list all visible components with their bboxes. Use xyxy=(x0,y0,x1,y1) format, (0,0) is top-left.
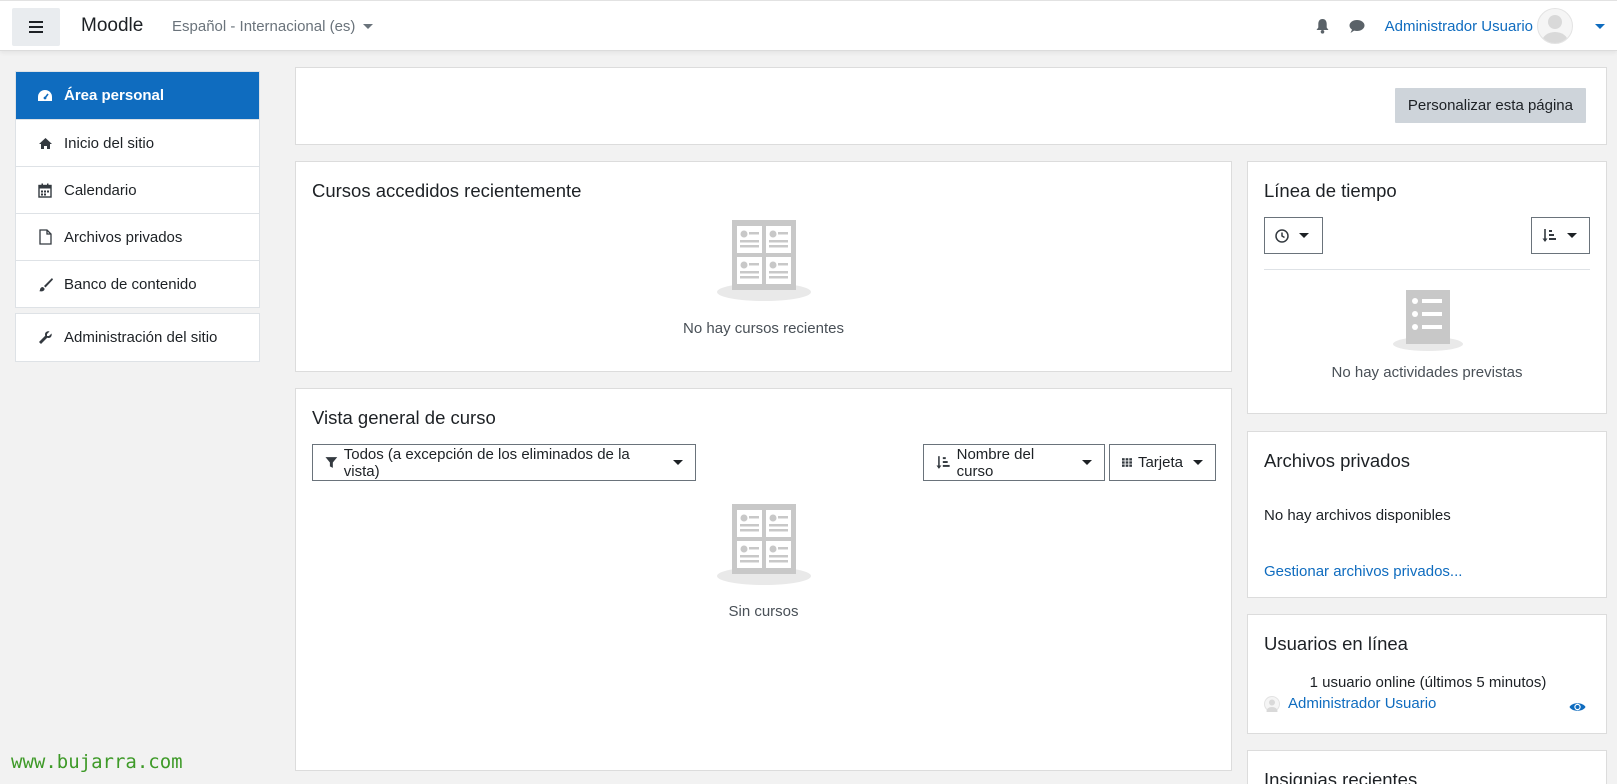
chevron-down-icon xyxy=(363,24,374,29)
sidebar-item-banco[interactable]: Banco de contenido xyxy=(16,260,259,307)
admin-nav-group: Administración del sitio xyxy=(15,313,260,362)
block-title: Línea de tiempo xyxy=(1264,180,1397,201)
divider xyxy=(1264,269,1590,270)
top-navbar: Moodle Español - Internacional (es) Admi… xyxy=(0,0,1617,51)
language-selector[interactable]: Español - Internacional (es) xyxy=(172,18,374,35)
avatar-icon xyxy=(1264,695,1280,712)
site-brand[interactable]: Moodle xyxy=(81,15,143,37)
sort-icon xyxy=(1542,228,1556,242)
sort-label: Nombre del curso xyxy=(956,445,1035,480)
online-summary: 1 usuario online (últimos 5 minutos) xyxy=(1309,674,1547,691)
block-title: Insignias recientes xyxy=(1264,769,1418,784)
empty-message: No hay actividades previstas xyxy=(1331,364,1523,381)
clock-icon xyxy=(1275,228,1289,243)
file-icon xyxy=(36,228,54,246)
view-dropdown[interactable]: Tarjeta xyxy=(1109,444,1216,481)
chevron-down-icon xyxy=(1567,233,1577,238)
manage-files-link[interactable]: Gestionar archivos privados... xyxy=(1264,563,1462,580)
menu-icon xyxy=(29,21,43,33)
main-nav-group: Área personal Inicio del sitio Calendari… xyxy=(15,71,260,308)
sidebar-item-label: Administración del sitio xyxy=(64,329,218,346)
activities-empty-icon xyxy=(1393,290,1463,351)
user-navigation: Administrador Usuario xyxy=(1311,8,1605,44)
online-user-row: Administrador Usuario xyxy=(1264,695,1436,712)
chevron-down-icon xyxy=(1082,460,1092,465)
chat-icon xyxy=(1349,19,1365,33)
chevron-down-icon xyxy=(1299,233,1309,238)
grid-icon xyxy=(1122,458,1132,467)
no-files-text: No hay archivos disponibles xyxy=(1264,507,1451,524)
user-name[interactable]: Administrador Usuario xyxy=(1385,18,1533,35)
sidebar-item-archivos[interactable]: Archivos privados xyxy=(16,213,259,260)
online-users-block: Usuarios en línea 1 usuario online (últi… xyxy=(1247,614,1607,734)
view-label: Tarjeta xyxy=(1137,454,1183,471)
timeline-sort-dropdown[interactable] xyxy=(1531,217,1590,254)
menu-toggle-button[interactable] xyxy=(12,8,60,46)
page-header-card: Personalizar esta página xyxy=(295,67,1607,145)
block-title: Vista general de curso xyxy=(312,407,496,428)
bell-icon xyxy=(1316,19,1329,34)
notifications-button[interactable] xyxy=(1311,14,1335,38)
chevron-down-icon xyxy=(673,460,683,465)
eye-icon[interactable] xyxy=(1569,701,1586,713)
messages-button[interactable] xyxy=(1345,14,1369,38)
private-files-block: Archivos privados No hay archivos dispon… xyxy=(1247,431,1607,598)
dashboard-icon xyxy=(36,87,54,105)
filter-label: Todos (a excepción de los eliminados de … xyxy=(343,445,630,480)
chevron-down-icon xyxy=(1193,460,1203,465)
sidebar-item-label: Archivos privados xyxy=(64,228,183,246)
sidebar-item-label: Inicio del sitio xyxy=(64,134,155,152)
sort-icon xyxy=(936,455,950,469)
nav-drawer: Área personal Inicio del sitio Calendari… xyxy=(15,71,260,367)
empty-message: No hay cursos recientes xyxy=(683,320,844,337)
timeline-block: Línea de tiempo No hay actividades previ… xyxy=(1247,161,1607,414)
sidebar-item-administracion[interactable]: Administración del sitio xyxy=(16,314,259,361)
block-title: Archivos privados xyxy=(1264,450,1411,471)
course-overview-block: Vista general de curso Todos (a excepció… xyxy=(295,388,1232,771)
wrench-icon xyxy=(36,329,54,347)
sidebar-item-label: Calendario xyxy=(64,181,137,199)
user-avatar[interactable] xyxy=(1537,8,1573,44)
user-menu-chevron-icon[interactable] xyxy=(1595,23,1605,29)
block-title: Usuarios en línea xyxy=(1264,633,1408,654)
sidebar-item-calendario[interactable]: Calendario xyxy=(16,166,259,213)
recent-badges-block: Insignias recientes xyxy=(1247,750,1607,784)
sidebar-item-area-personal[interactable]: Área personal xyxy=(16,72,259,119)
customize-page-button[interactable]: Personalizar esta página xyxy=(1394,88,1586,123)
sidebar-item-label: Área personal xyxy=(64,87,165,104)
brush-icon xyxy=(36,275,54,293)
sidebar-item-label: Banco de contenido xyxy=(64,275,197,293)
sort-dropdown[interactable]: Nombre del curso xyxy=(923,444,1105,481)
home-icon xyxy=(36,134,54,152)
avatar-icon xyxy=(1542,15,1568,43)
courses-empty-icon xyxy=(717,504,811,585)
course-filter-dropdown[interactable]: Todos (a excepción de los eliminados de … xyxy=(312,444,696,481)
calendar-icon xyxy=(36,181,54,199)
sidebar-item-inicio[interactable]: Inicio del sitio xyxy=(16,119,259,166)
empty-message: Sin cursos xyxy=(728,603,799,620)
filter-icon xyxy=(325,457,338,468)
block-title: Cursos accedidos recientemente xyxy=(312,180,582,201)
timeline-filter-dropdown[interactable] xyxy=(1264,217,1323,254)
watermark: www.bujarra.com xyxy=(11,751,183,773)
courses-empty-icon xyxy=(717,220,811,301)
recent-courses-block: Cursos accedidos recientemente No hay cu… xyxy=(295,161,1232,372)
language-label: Español - Internacional (es) xyxy=(172,18,356,35)
online-user-link[interactable]: Administrador Usuario xyxy=(1288,695,1436,712)
